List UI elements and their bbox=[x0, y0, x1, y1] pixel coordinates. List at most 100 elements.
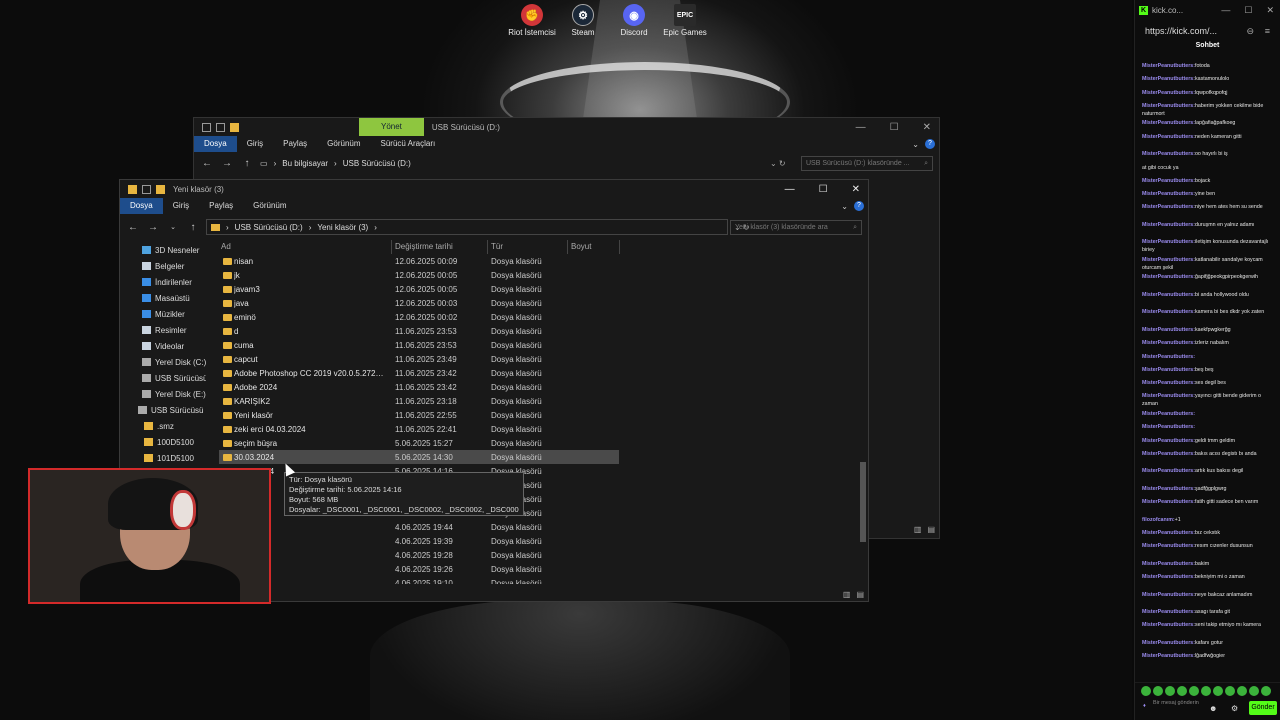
desktop-icon-epic-games[interactable]: EPIC Epic Games bbox=[655, 4, 715, 37]
nav-item[interactable]: Müzikler bbox=[120, 306, 206, 322]
tab-drive-tools[interactable]: Sürücü Araçları bbox=[371, 136, 446, 152]
manage-context-tab[interactable]: Yönet bbox=[359, 118, 424, 136]
zoom-icon[interactable]: ⊖ bbox=[1246, 26, 1254, 37]
details-view-icon[interactable]: ▥ bbox=[914, 525, 922, 534]
menu-icon[interactable]: ≡ bbox=[1265, 26, 1270, 36]
chat-username[interactable]: MisterPeanutbutters: bbox=[1142, 76, 1195, 82]
emote-icon[interactable] bbox=[1141, 686, 1151, 696]
chat-message[interactable]: MisterPeanutbutters:bi anda hollywood ol… bbox=[1142, 291, 1275, 299]
chat-username[interactable]: MisterPeanutbutters: bbox=[1142, 411, 1195, 417]
nav-item[interactable]: Yerel Disk (E:) bbox=[120, 386, 206, 402]
nav-item[interactable]: 101D5100 bbox=[120, 450, 206, 466]
chat-username[interactable]: MisterPeanutbutters: bbox=[1142, 222, 1195, 228]
chat-message[interactable]: MisterPeanutbutters:kafanı gotur bbox=[1142, 639, 1275, 647]
breadcrumb-item[interactable]: Bu bilgisayar bbox=[282, 159, 328, 168]
emote-icon[interactable] bbox=[1153, 686, 1163, 696]
file-row[interactable]: seçim büşra 5.06.2025 15:27 Dosya klasörü bbox=[219, 436, 619, 450]
chat-username[interactable]: MisterPeanutbutters: bbox=[1142, 367, 1195, 373]
chat-window-titlebar[interactable]: K kick.co... — ☐ ✕ bbox=[1135, 0, 1280, 20]
nav-item[interactable]: Resimler bbox=[120, 322, 206, 338]
breadcrumb[interactable]: › USB Sürücüsü (D:) › Yeni klasör (3) › bbox=[206, 219, 728, 235]
file-row[interactable]: nisan 12.06.2025 00:09 Dosya klasörü bbox=[219, 254, 619, 268]
chat-message[interactable]: MisterPeanutbutters:fotoda bbox=[1142, 62, 1275, 70]
chat-message[interactable]: MisterPeanutbutters:resım cızenler dusun… bbox=[1142, 542, 1275, 550]
view-toggle[interactable]: ▥ ▤ bbox=[914, 525, 935, 534]
settings-icon[interactable]: ⚙ bbox=[1231, 704, 1238, 713]
properties-icon[interactable] bbox=[142, 184, 151, 194]
recent-locations-icon[interactable]: ⌄ bbox=[166, 223, 180, 231]
chat-username[interactable]: MisterPeanutbutters: bbox=[1142, 640, 1195, 646]
chat-message[interactable]: MisterPeanutbutters:kamera bi bes dkdr y… bbox=[1142, 308, 1275, 316]
chat-message[interactable]: at gibi cocuk ya bbox=[1142, 164, 1275, 172]
send-button[interactable]: Gönder bbox=[1249, 701, 1277, 715]
emote-icon[interactable] bbox=[1213, 686, 1223, 696]
chat-username[interactable]: MisterPeanutbutters: bbox=[1142, 451, 1195, 457]
minimize-icon[interactable]: — bbox=[785, 184, 795, 195]
emote-icon[interactable] bbox=[1201, 686, 1211, 696]
file-row[interactable]: javam3 12.06.2025 00:05 Dosya klasörü bbox=[219, 282, 619, 296]
chat-username[interactable]: MisterPeanutbutters: bbox=[1142, 424, 1195, 430]
emote-icon[interactable] bbox=[1249, 686, 1259, 696]
chat-message[interactable]: MisterPeanutbutters:beş beş bbox=[1142, 366, 1275, 374]
emote-icon[interactable] bbox=[1189, 686, 1199, 696]
maximize-icon[interactable]: ☐ bbox=[1244, 5, 1252, 16]
chat-username[interactable]: MisterPeanutbutters: bbox=[1142, 191, 1195, 197]
file-row[interactable]: java 12.06.2025 00:03 Dosya klasörü bbox=[219, 296, 619, 310]
emote-icon[interactable] bbox=[1177, 686, 1187, 696]
chat-message[interactable]: MisterPeanutbutters:yayıncı gitti bende … bbox=[1142, 392, 1275, 408]
column-divider[interactable] bbox=[487, 240, 488, 254]
tab-view[interactable]: Görünüm bbox=[317, 136, 370, 152]
maximize-icon[interactable]: ☐ bbox=[890, 122, 899, 133]
view-toggle[interactable]: ▥ ▤ bbox=[843, 590, 864, 599]
chat-message[interactable]: MisterPeanutbutters:seni takip etmiyo mı… bbox=[1142, 621, 1275, 629]
chat-username[interactable]: MisterPeanutbutters: bbox=[1142, 178, 1195, 184]
chat-username[interactable]: filozofcanım: bbox=[1142, 517, 1175, 523]
file-row[interactable]: Adobe 2024 11.06.2025 23:42 Dosya klasörü bbox=[219, 380, 619, 394]
chat-username[interactable]: MisterPeanutbutters: bbox=[1142, 592, 1195, 598]
tiles-view-icon[interactable]: ▤ bbox=[927, 525, 935, 534]
chat-message[interactable]: MisterPeanutbutters:lapğafiağpafkoeg bbox=[1142, 119, 1275, 127]
chat-username[interactable]: MisterPeanutbutters: bbox=[1142, 134, 1195, 140]
chat-username[interactable]: MisterPeanutbutters: bbox=[1142, 561, 1195, 567]
chat-username[interactable]: MisterPeanutbutters: bbox=[1142, 204, 1195, 210]
chat-username[interactable]: MisterPeanutbutters: bbox=[1142, 90, 1195, 96]
chat-message[interactable]: MisterPeanutbutters:duruşmn en yalnız ad… bbox=[1142, 221, 1275, 229]
chat-message-input[interactable]: ♦ Bir mesaj gönderin bbox=[1141, 700, 1231, 718]
chat-username[interactable]: MisterPeanutbutters: bbox=[1142, 103, 1195, 109]
chat-message[interactable]: MisterPeanutbutters:iletişim konusunda d… bbox=[1142, 238, 1275, 254]
refresh-icon[interactable]: ⌄ ↻ bbox=[770, 159, 786, 168]
breadcrumb-item[interactable]: USB Sürücüsü (D:) bbox=[343, 159, 411, 168]
chat-username[interactable]: MisterPeanutbutters: bbox=[1142, 574, 1195, 580]
up-arrow-icon[interactable]: ↑ bbox=[186, 222, 200, 233]
chat-message[interactable]: MisterPeanutbutters:kaekfpwgkerğg bbox=[1142, 326, 1275, 334]
back-arrow-icon[interactable]: ← bbox=[126, 222, 140, 233]
emote-icon[interactable] bbox=[1237, 686, 1247, 696]
help-icon[interactable]: ? bbox=[925, 139, 935, 149]
nav-item[interactable]: .smz bbox=[120, 418, 206, 434]
breadcrumb-item[interactable]: USB Sürücüsü (D:) bbox=[235, 223, 303, 232]
file-row[interactable]: cuma 11.06.2025 23:53 Dosya klasörü bbox=[219, 338, 619, 352]
chat-username[interactable]: MisterPeanutbutters: bbox=[1142, 609, 1195, 615]
emote-icon[interactable] bbox=[1165, 686, 1175, 696]
tab-home[interactable]: Giriş bbox=[163, 198, 199, 214]
chat-username[interactable]: MisterPeanutbutters: bbox=[1142, 393, 1195, 399]
chat-message[interactable]: MisterPeanutbutters:oo hayırlı bi iş bbox=[1142, 150, 1275, 158]
close-icon[interactable]: ✕ bbox=[923, 122, 931, 133]
chat-username[interactable]: MisterPeanutbutters: bbox=[1142, 340, 1195, 346]
nav-item[interactable]: Belgeler bbox=[120, 258, 206, 274]
nav-item[interactable]: 3D Nesneler bbox=[120, 242, 206, 258]
chat-username[interactable]: MisterPeanutbutters: bbox=[1142, 63, 1195, 69]
emoji-icon[interactable]: ☻ bbox=[1209, 704, 1217, 713]
title-bar[interactable]: Yönet USB Sürücüsü (D:) — ☐ ✕ bbox=[194, 118, 939, 136]
file-row[interactable]: 4.06.2025 19:44 Dosya klasörü bbox=[219, 520, 619, 534]
column-header-size[interactable]: Boyut bbox=[571, 242, 591, 251]
chevron-down-icon[interactable]: ⌄ bbox=[912, 140, 919, 149]
new-folder-icon[interactable] bbox=[230, 122, 239, 132]
emote-icon[interactable] bbox=[1225, 686, 1235, 696]
chat-message[interactable]: MisterPeanutbutters:bız cekstık bbox=[1142, 529, 1275, 537]
chat-username[interactable]: MisterPeanutbutters: bbox=[1142, 622, 1195, 628]
chat-message[interactable]: MisterPeanutbutters:neye bakcaz anlamadı… bbox=[1142, 591, 1275, 599]
chat-message[interactable]: MisterPeanutbutters: bbox=[1142, 423, 1275, 431]
chat-username[interactable]: MisterPeanutbutters: bbox=[1142, 292, 1195, 298]
file-row[interactable]: d 11.06.2025 23:53 Dosya klasörü bbox=[219, 324, 619, 338]
